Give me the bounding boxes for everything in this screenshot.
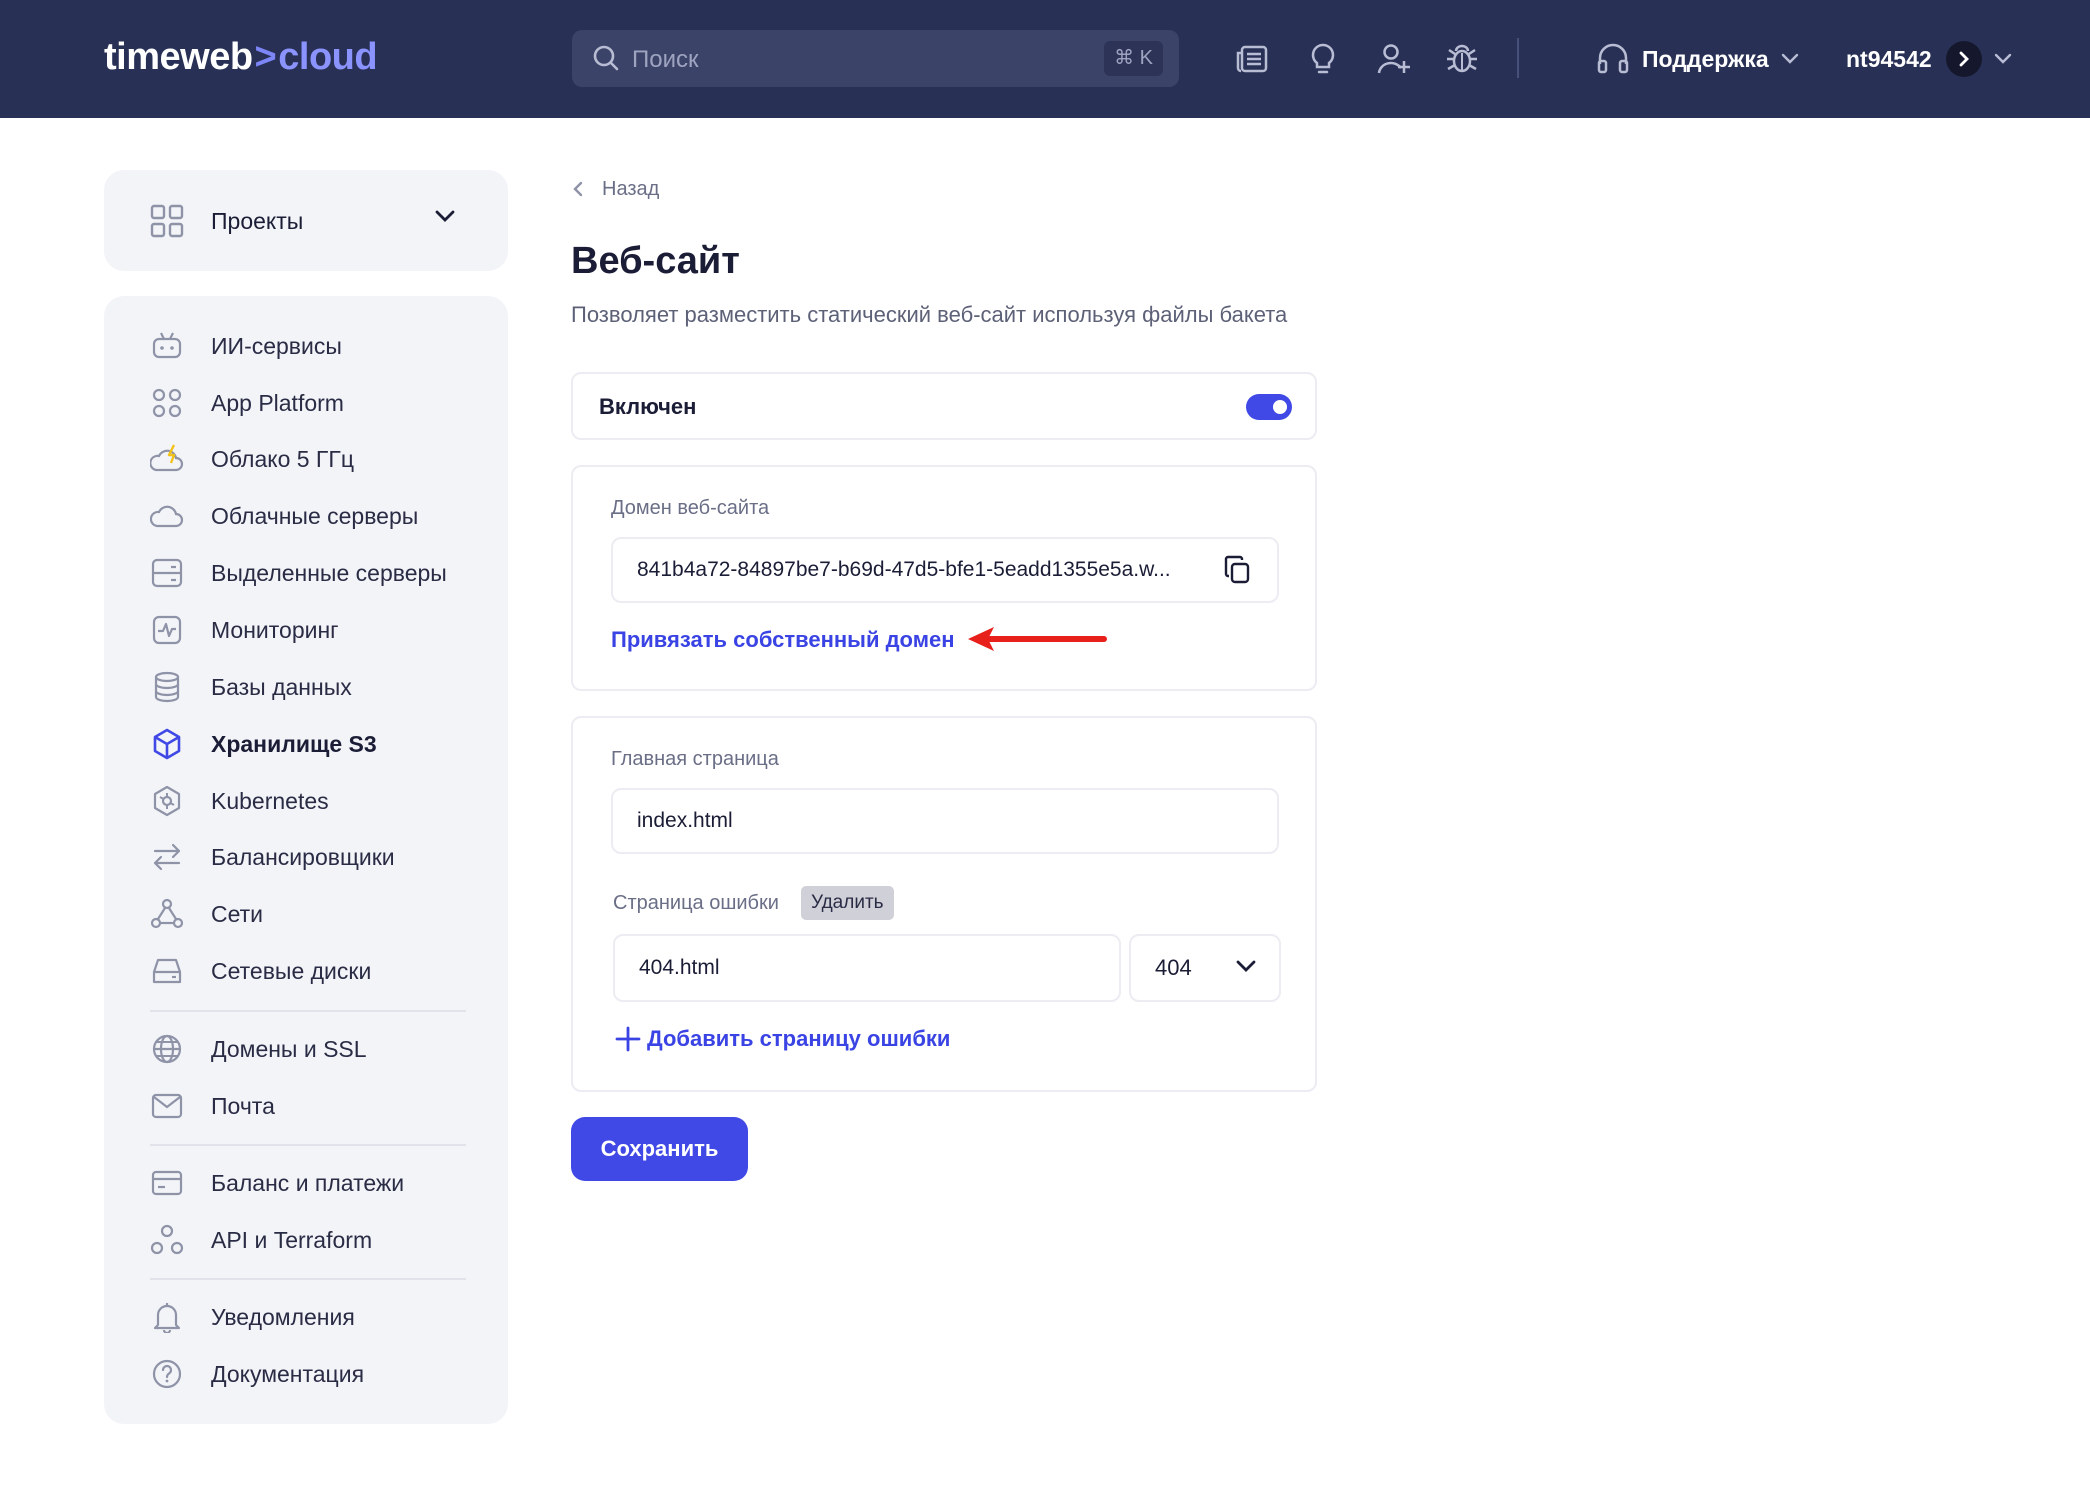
add-user-icon[interactable] [1376,41,1412,77]
pages-card: Главная страница index.html Страница оши… [571,716,1317,1092]
error-label: Страница ошибки [613,892,779,914]
annotation-arrow [968,627,1107,651]
avatar [1945,41,1982,77]
error-page-field[interactable]: 404.html [613,934,1121,1002]
search-box[interactable]: Поиск ⌘ K [572,30,1179,87]
support-label: Поддержка [1642,45,1769,72]
delete-error-button[interactable]: Удалить [801,886,894,920]
domain-field[interactable]: 841b4a72-84897be7-b69d-47d5-bfe1-5eadd13… [611,537,1279,603]
bind-domain-link[interactable]: Привязать собственный домен [611,627,955,653]
user-menu[interactable]: nt94542 [1846,40,2012,78]
sidebar-divider [150,1278,466,1280]
sidebar-divider [150,1010,466,1012]
website-toggle-card: Включен [571,372,1317,440]
index-label: Главная страница [611,748,779,770]
domain-card: Домен веб-сайта 841b4a72-84897be7-b69d-4… [571,465,1317,691]
network-icon [150,898,184,929]
support-menu[interactable]: Поддержка [1596,40,1799,78]
domain-value: 841b4a72-84897be7-b69d-47d5-bfe1-5eadd13… [637,558,1171,581]
bell-icon [153,1303,181,1333]
page-subtitle: Позволяет разместить статический веб-сай… [571,302,1288,327]
sidebar-item-network-disks[interactable]: Сетевые диски [150,951,371,991]
balancer-icon [153,843,181,871]
username: nt94542 [1846,45,1932,72]
toggle-knob [1273,400,1287,414]
lightbulb-icon[interactable] [1305,41,1341,77]
robot-icon [152,332,182,359]
monitoring-icon [152,615,182,645]
logo-separator: > [254,36,277,78]
header-divider [1517,38,1519,78]
apps-icon [152,388,182,418]
index-page-field[interactable]: index.html [611,788,1279,854]
logo[interactable]: timeweb>cloud [104,36,378,79]
enabled-label: Включен [599,394,697,419]
sidebar-item-kubernetes[interactable]: Kubernetes [150,781,329,821]
sidebar-item-api-terraform[interactable]: API и Terraform [150,1220,372,1260]
index-value: index.html [637,809,733,832]
chevron-right-icon [1959,51,1969,67]
cloud-icon [150,505,184,528]
sidebar-item-mail[interactable]: Почта [150,1086,275,1126]
sidebar-item-notifications[interactable]: Уведомления [150,1297,355,1337]
disk-icon [152,958,182,984]
help-icon [152,1359,182,1389]
logo-main: timeweb [104,36,253,78]
search-placeholder: Поиск [632,46,699,73]
sidebar-item-monitoring[interactable]: Мониторинг [150,610,339,650]
sidebar-divider [150,1144,466,1146]
logo-accent: cloud [278,36,378,78]
plus-icon [615,1026,641,1052]
error-code-select[interactable]: 404 [1129,934,1281,1002]
sidebar-item-domains-ssl[interactable]: Домены и SSL [150,1029,367,1069]
sidebar-item-dedicated-servers[interactable]: Выделенные серверы [150,553,447,593]
back-link[interactable]: Назад [572,174,659,204]
api-icon [150,1224,184,1255]
sidebar-nav: ИИ-сервисы App Platform Облако 5 ГГц Обл… [104,296,508,1424]
chevron-down-icon [1781,53,1798,64]
server-icon [151,558,183,588]
sidebar-item-s3-storage[interactable]: Хранилище S3 [150,724,377,764]
headset-icon [1597,43,1629,74]
grid-icon [150,204,184,238]
sidebar-item-balance-payments[interactable]: Баланс и платежи [150,1163,404,1203]
card-icon [151,1170,183,1196]
chevron-down-icon [435,210,455,222]
copy-icon[interactable] [1223,555,1251,585]
search-shortcut: ⌘ K [1104,41,1163,76]
chevron-left-icon [573,181,583,197]
error-page-value: 404.html [639,956,720,979]
sidebar-item-cloud-servers[interactable]: Облачные серверы [150,496,418,536]
add-error-label: Добавить страницу ошибки [647,1026,951,1051]
back-label: Назад [602,177,660,200]
enabled-toggle[interactable] [1246,394,1292,420]
sidebar-item-balancers[interactable]: Балансировщики [150,837,395,877]
sidebar-item-app-platform[interactable]: App Platform [150,383,344,423]
add-error-page-link[interactable]: Добавить страницу ошибки [615,1026,950,1052]
cloud-bolt-icon [150,444,184,472]
chevron-down-icon [1236,960,1256,972]
domain-label: Домен веб-сайта [611,497,770,519]
globe-icon [152,1034,182,1064]
sidebar-item-databases[interactable]: Базы данных [150,667,352,707]
sidebar-item-documentation[interactable]: Документация [150,1354,364,1394]
save-button[interactable]: Сохранить [571,1117,748,1181]
projects-selector[interactable]: Проекты [104,170,508,271]
sidebar-item-ai-services[interactable]: ИИ-сервисы [150,326,342,366]
chevron-down-icon [1994,53,2011,64]
page-title: Веб-сайт [571,240,740,282]
kubernetes-icon [153,785,181,817]
top-header: timeweb>cloud Поиск ⌘ K Поддержка nt9454… [0,0,2090,118]
sidebar-item-cloud-5ghz[interactable]: Облако 5 ГГц [150,439,354,479]
search-icon [593,45,619,71]
projects-label: Проекты [211,208,304,234]
mail-icon [151,1093,183,1119]
error-code-value: 404 [1155,955,1192,980]
sidebar-item-networks[interactable]: Сети [150,894,263,934]
bug-icon[interactable] [1444,41,1480,77]
database-icon [154,671,180,703]
cube-icon [153,728,181,760]
news-icon[interactable] [1235,41,1271,77]
